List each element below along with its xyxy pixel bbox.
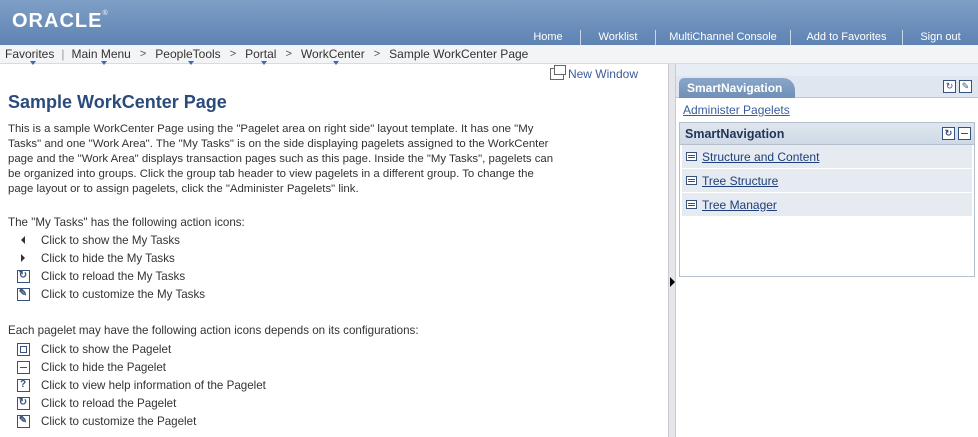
intro-paragraph: This is a sample WorkCenter Page using t… [8,123,554,195]
hide-pagelet-icon[interactable] [958,127,971,140]
list-item: Click to show the My Tasks [16,231,180,249]
hide-pagelet-icon [16,360,30,374]
administer-pagelets-link[interactable]: Administer Pagelets [683,103,790,117]
reload-pagelet-icon[interactable]: ↻ [942,127,955,140]
new-window-label: New Window [567,67,638,81]
pagelet-header: SmartNavigation ↻ [680,123,974,145]
breadcrumb-portal[interactable]: Portal [240,47,281,65]
collapse-arrow-icon [670,277,675,287]
list-item: ✎ Click to customize the Pagelet [16,412,196,430]
list-item: Structure and Content [682,145,972,169]
breadcrumb-arrow-icon: > [229,48,237,60]
multichannel-console-link[interactable]: MultiChannel Console [655,30,790,45]
hide-my-tasks-icon [21,254,25,262]
tree-structure-link[interactable]: Tree Structure [702,174,778,188]
folder-list-icon [686,200,697,209]
top-links: Home Worklist MultiChannel Console Add t… [516,30,978,45]
list-item: ↻ Click to reload the Pagelet [16,394,176,412]
customize-icon: ✎ [16,414,30,428]
work-area: New Window Sample WorkCenter Page This i… [0,64,668,437]
customize-icon: ✎ [16,287,30,301]
panel-top-strip [676,64,978,76]
help-icon: ? [16,378,30,392]
mytasks-heading: The "My Tasks" has the following action … [8,216,245,229]
tree-manager-link[interactable]: Tree Manager [702,198,777,212]
list-item: Click to hide the My Tasks [16,249,175,267]
customize-my-tasks-icon[interactable]: ✎ [959,80,972,93]
folder-list-icon [686,176,697,185]
breadcrumb-workcenter[interactable]: WorkCenter [296,47,370,65]
new-window-icon [549,65,566,80]
tab-smartnavigation[interactable]: SmartNavigation [679,78,795,98]
structure-and-content-link[interactable]: Structure and Content [702,150,819,164]
reload-icon: ↻ [16,269,30,283]
my-tasks-panel: SmartNavigation ↻ ✎ Administer Pagelets … [676,64,978,437]
breadcrumb-arrow-icon: > [373,48,381,60]
show-my-tasks-icon [21,236,25,244]
main-menu[interactable]: Main Menu [66,47,135,65]
list-item: Click to hide the Pagelet [16,358,166,376]
list-item: Click to show the Pagelet [16,340,171,358]
breadcrumb-arrow-icon: > [285,48,292,60]
header-banner: ORACLE® Home Worklist MultiChannel Conso… [0,0,978,45]
new-window-link[interactable]: New Window [549,65,638,81]
my-tasks-collapse-handle[interactable] [668,64,676,437]
sign-out-link[interactable]: Sign out [902,30,978,45]
show-pagelet-icon [16,342,30,356]
oracle-logo: ORACLE® [12,10,109,32]
breadcrumb-peopletools[interactable]: PeopleTools [150,47,225,65]
page-title: Sample WorkCenter Page [8,92,227,112]
reload-icon: ↻ [16,396,30,410]
list-item: ↻ Click to reload the My Tasks [16,267,185,285]
breadcrumb-current-page: Sample WorkCenter Page [389,47,529,61]
worklist-link[interactable]: Worklist [580,30,655,45]
pagelet-group-tabs: SmartNavigation ↻ ✎ [676,76,978,98]
nav-separator: | [61,47,65,61]
favorites-menu[interactable]: Favorites [0,47,59,65]
reload-my-tasks-icon[interactable]: ↻ [943,80,956,93]
folder-list-icon [686,152,697,161]
pagelet-title: SmartNavigation [685,127,785,141]
pagelet-heading: Each pagelet may have the following acti… [8,324,419,337]
list-item: Tree Structure [682,169,972,193]
add-to-favorites-link[interactable]: Add to Favorites [790,30,902,45]
navigation-bar: Favorites | Main Menu > PeopleTools > Po… [0,45,978,65]
list-item: ✎ Click to customize the My Tasks [16,285,205,303]
list-item: ? Click to view help information of the … [16,376,266,394]
list-item: Tree Manager [682,193,972,217]
smartnavigation-pagelet: SmartNavigation ↻ Structure and Content … [679,122,975,277]
home-link[interactable]: Home [516,30,580,45]
breadcrumb-arrow-icon: > [139,48,147,60]
